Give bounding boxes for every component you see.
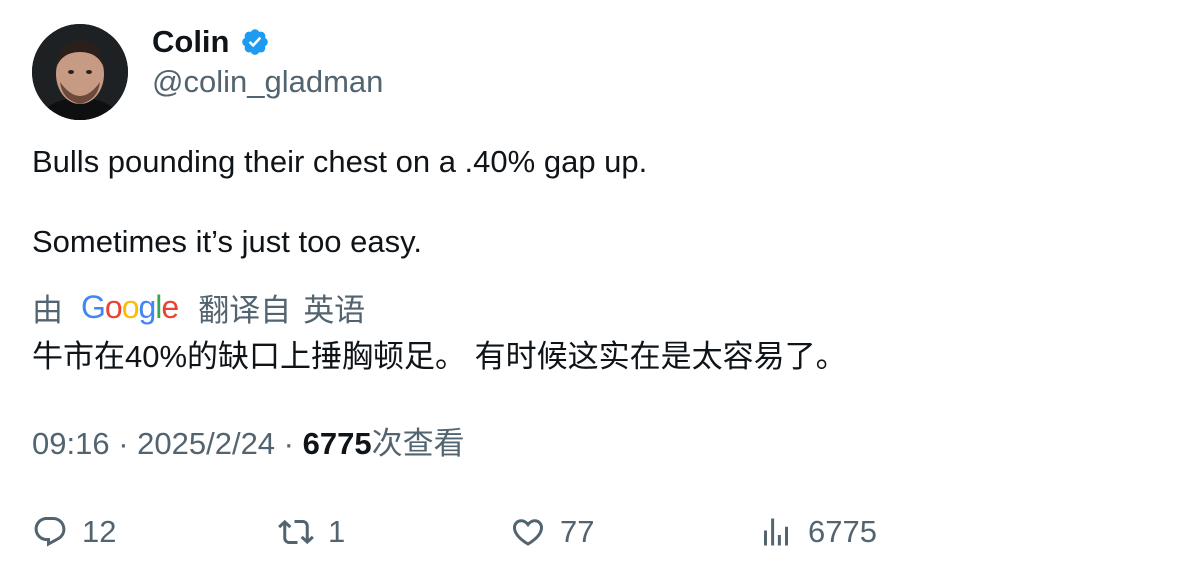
tweet-date[interactable]: 2025/2/24 xyxy=(137,426,275,461)
retweet-icon xyxy=(278,519,314,545)
views-label: 次查看 xyxy=(371,426,465,461)
user-handle[interactable]: @colin_gladman xyxy=(152,62,383,102)
like-count: 77 xyxy=(560,514,595,549)
tweet-time[interactable]: 09:16 xyxy=(32,426,110,461)
avatar-image xyxy=(32,24,128,120)
analytics-icon xyxy=(764,518,788,546)
meta-separator: · xyxy=(275,426,303,461)
source-language-label: 英语 xyxy=(303,292,366,328)
views-count: 6775 xyxy=(302,426,372,461)
tweet-meta: 09:16 · 2025/2/24 · 6775次查看 xyxy=(32,424,465,464)
translation-attribution: 由 Google 翻译自 英语 xyxy=(32,286,365,328)
retweet-count: 1 xyxy=(328,514,346,549)
like-button[interactable]: 77 xyxy=(510,510,594,554)
translated-from-label: 翻译自 xyxy=(198,292,292,328)
heart-icon xyxy=(512,519,544,546)
translation-by-label: 由 xyxy=(32,292,63,328)
views-button[interactable]: 6775 xyxy=(758,510,877,554)
tweet-text-line: Sometimes it’s just too easy. xyxy=(32,224,422,259)
author-name-row: Colin xyxy=(152,22,270,62)
retweet-button[interactable]: 1 xyxy=(278,510,345,554)
reply-count: 12 xyxy=(82,514,117,549)
reply-button[interactable]: 12 xyxy=(32,510,116,554)
meta-separator: · xyxy=(109,426,138,461)
verified-badge-icon xyxy=(240,27,270,57)
views-action-count: 6775 xyxy=(808,514,877,549)
google-logo: Google xyxy=(81,288,179,325)
translated-text: 牛市在40%的缺口上捶胸顿足。 有时候这实在是太容易了。 xyxy=(32,339,847,374)
display-name[interactable]: Colin xyxy=(152,22,230,62)
reply-icon xyxy=(34,517,66,547)
tweet-text-line: Bulls pounding their chest on a .40% gap… xyxy=(32,144,648,179)
avatar[interactable] xyxy=(32,24,128,120)
